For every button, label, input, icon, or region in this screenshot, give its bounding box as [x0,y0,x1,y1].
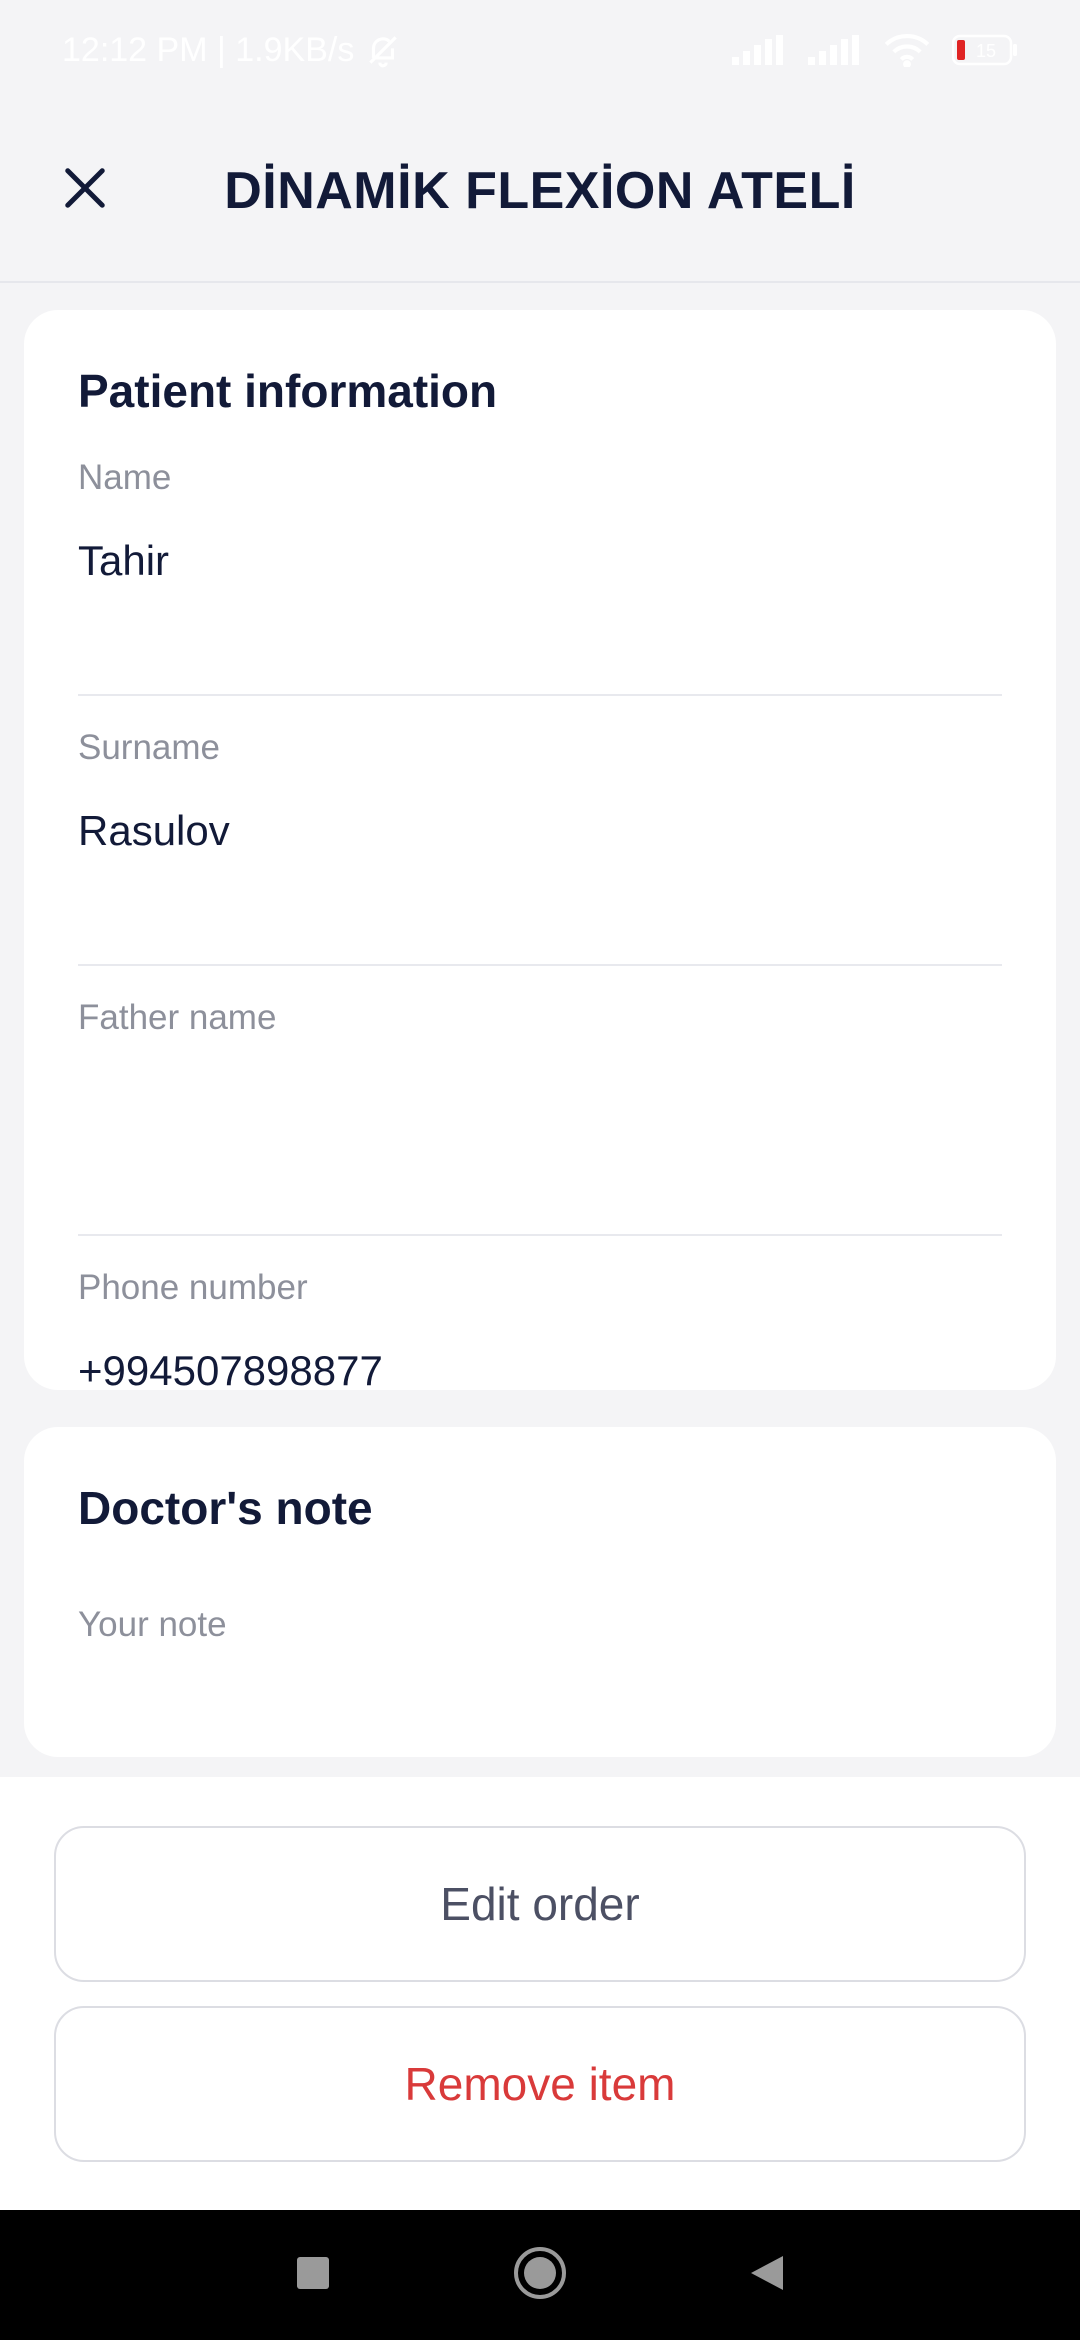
doctor-note-title: Doctor's note [78,1482,373,1534]
signal-icon [808,35,862,65]
header: DİNAMİK FLEXİON ATELİ [0,100,1080,283]
signal-icon [732,35,786,65]
father-name-label: Father name [78,998,277,1037]
wifi-icon [884,33,930,67]
status-bar: 12:12 PM | 1.9KB/s 15 [0,0,1080,100]
doctor-note-card: Doctor's note Your note [24,1427,1056,1757]
status-time: 12:12 PM | 1.9KB/s [62,30,355,69]
edit-order-button[interactable]: Edit order [54,1826,1026,1982]
remove-item-button[interactable]: Remove item [54,2006,1026,2162]
phone-number-label: Phone number [78,1268,308,1307]
recents-icon [296,2256,330,2295]
patient-information-title: Patient information [78,365,498,417]
home-icon [513,2246,567,2305]
status-right: 15 [732,33,1018,67]
home-button[interactable] [500,2235,580,2315]
surname-label: Surname [78,728,221,767]
father-name-value [78,1076,1002,1126]
surname-field[interactable]: Surname Rasulov [78,728,1002,966]
action-panel: Edit order Remove item [0,1777,1080,2210]
recents-button[interactable] [273,2235,353,2315]
father-name-field[interactable]: Father name [78,998,1002,1236]
close-button[interactable] [50,156,120,226]
back-icon [749,2254,785,2297]
status-left: 12:12 PM | 1.9KB/s [62,31,402,70]
surname-value: Rasulov [78,807,230,854]
name-value: Tahir [78,537,170,584]
system-nav-bar [0,2210,1080,2340]
name-field[interactable]: Name Tahir [78,458,1002,696]
battery-level: 15 [976,41,996,61]
note-input[interactable]: Your note [78,1605,1002,1645]
close-icon [62,165,108,216]
page-title: DİNAMİK FLEXİON ATELİ [224,161,856,220]
screen: 12:12 PM | 1.9KB/s 15 DİNAMİK FLEXİON AT… [0,0,1080,2340]
name-label: Name [78,458,172,497]
phone-number-value: +994507898877 [78,1347,383,1394]
battery-icon: 15 [952,34,1018,66]
back-button[interactable] [727,2235,807,2315]
bell-off-icon [364,31,402,69]
patient-information-card: Patient information Name Tahir Surname R… [24,310,1056,1394]
